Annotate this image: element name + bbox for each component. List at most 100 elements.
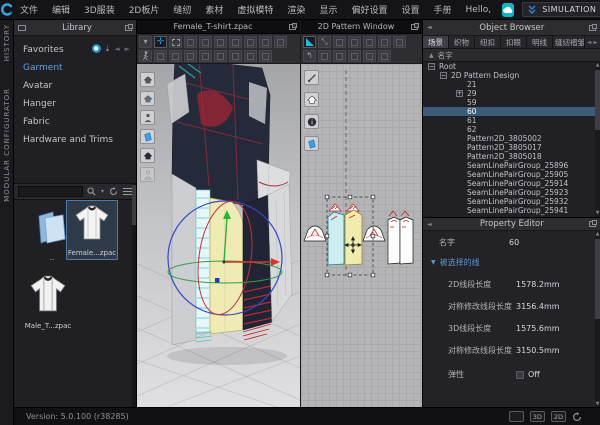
pattern-info-button[interactable]: i — [304, 114, 319, 129]
tool-button[interactable] — [229, 36, 242, 48]
menu-preferences[interactable]: 偏好设置 — [344, 3, 394, 16]
pattern-piece-sleeve-right[interactable] — [363, 226, 385, 241]
pattern-piece-sleeve-left[interactable] — [304, 226, 326, 241]
3d-scene-canvas[interactable] — [137, 64, 300, 407]
show-fitting-button[interactable] — [140, 148, 155, 163]
tree-scrollbar[interactable]: ▲ ▼ — [595, 62, 600, 217]
property-name-value[interactable]: 60 — [509, 238, 519, 247]
tab-puckering[interactable]: 缝纫褶皱 — [553, 36, 585, 48]
expand-icon[interactable] — [456, 90, 463, 97]
select-tool-button[interactable]: ▾ — [139, 36, 152, 48]
tool-button[interactable] — [214, 50, 227, 62]
favorites-download-icon[interactable]: ⤓ — [106, 44, 110, 53]
tree-item[interactable]: 61 — [423, 116, 600, 125]
resync-button[interactable]: ↰ — [303, 50, 316, 62]
tree-item[interactable]: Pattern2D_3805018 — [423, 152, 600, 161]
pattern-piece-collar-left[interactable] — [329, 204, 341, 211]
transform-pattern-button[interactable] — [303, 36, 316, 48]
collapse-icon[interactable] — [428, 63, 435, 70]
tree-item[interactable]: Pattern2D_3805002 — [423, 134, 600, 143]
menu-2d-pattern[interactable]: 2D板片 — [122, 3, 167, 16]
tree-item[interactable]: Root — [423, 62, 600, 71]
property-value[interactable]: 3156.4mm — [516, 302, 560, 311]
library-item-avatar[interactable]: Avatar — [14, 77, 136, 95]
tool-button[interactable] — [259, 36, 272, 48]
tab-scene[interactable]: 场景 — [423, 36, 449, 48]
menu-avatar[interactable]: 虚拟模特 — [230, 3, 280, 16]
property-scrollbar[interactable]: ▲ ▼ — [595, 231, 600, 408]
tabs-scroll-right-icon[interactable]: ► — [593, 39, 598, 46]
tree-item[interactable]: SeamLinePairGroup_25914 — [423, 179, 600, 188]
search-icon[interactable] — [87, 187, 96, 196]
tool-button[interactable] — [348, 36, 361, 48]
edit-line-button[interactable] — [304, 70, 319, 85]
tool-button[interactable] — [199, 36, 212, 48]
favorites-forward-icon[interactable]: ► — [125, 45, 130, 53]
cloud-sync-button[interactable] — [502, 3, 514, 17]
refresh-icon[interactable] — [109, 187, 118, 196]
property-value[interactable]: 3150.5mm — [516, 346, 560, 355]
library-scrollbar[interactable] — [132, 183, 136, 407]
marquee-select-button[interactable] — [169, 36, 182, 48]
favorites-back-icon[interactable]: ◄ — [114, 45, 119, 53]
elastic-checkbox[interactable] — [516, 371, 524, 379]
tool-button[interactable] — [378, 50, 391, 62]
show-base-pattern-button[interactable] — [304, 136, 319, 151]
tree-item[interactable]: SeamLinePairGroup_25932 — [423, 197, 600, 206]
tabs-scroll-left-icon[interactable]: ◄ — [587, 39, 592, 46]
tree-item[interactable]: 21 — [423, 80, 600, 89]
tool-button[interactable] — [348, 50, 361, 62]
tool-button[interactable] — [363, 50, 376, 62]
pattern-piece-collar-mid[interactable] — [347, 204, 359, 211]
property-value[interactable]: 1575.6mm — [516, 324, 560, 333]
tab-button[interactable]: 纽扣 — [475, 36, 501, 48]
panel-pin-icon[interactable]: ◄ — [427, 221, 432, 228]
show-garment-button[interactable] — [140, 72, 155, 87]
menu-settings[interactable]: 设置 — [394, 3, 426, 16]
object-browser-popout-icon[interactable] — [589, 25, 596, 31]
menu-sewing[interactable]: 缝纫 — [166, 3, 198, 16]
tab-topstitch[interactable]: 明线 — [527, 36, 553, 48]
library-item-hanger[interactable]: Hanger — [14, 95, 136, 113]
tool-button[interactable] — [244, 36, 257, 48]
tool-button[interactable] — [378, 36, 391, 48]
tool-button[interactable] — [393, 36, 406, 48]
pattern-piece-body-cyan[interactable] — [328, 212, 344, 265]
tool-button[interactable] — [318, 50, 331, 62]
tab-buttonhole[interactable]: 扣眼 — [501, 36, 527, 48]
tool-button[interactable] — [184, 50, 197, 62]
tree-item[interactable]: SeamLinePairGroup_25905 — [423, 170, 600, 179]
2d-window-tab[interactable]: 2D Pattern Window — [301, 20, 422, 34]
pattern-piece-back-left[interactable] — [388, 211, 400, 264]
library-popout-icon[interactable] — [125, 25, 132, 31]
property-value[interactable]: 1578.2mm — [516, 280, 560, 289]
tool-button[interactable] — [333, 36, 346, 48]
selected-line-section[interactable]: ▼ 被选择的线 — [431, 257, 480, 268]
tool-button[interactable] — [244, 50, 257, 62]
tool-button[interactable] — [184, 36, 197, 48]
tab-fabric[interactable]: 织物 — [449, 36, 475, 48]
library-file-female-tshirt[interactable]: Female...zpac — [66, 200, 118, 260]
show-mannequin-button[interactable] — [140, 167, 155, 182]
tool-button[interactable] — [199, 50, 212, 62]
search-filter-caret-icon[interactable]: ▾ — [101, 188, 104, 195]
library-item-hardware[interactable]: Hardware and Trims — [14, 131, 136, 149]
tree-item-selected[interactable]: 60 — [423, 107, 600, 116]
tool-button[interactable] — [274, 36, 287, 48]
tree-item[interactable]: SeamLinePairGroup_25941 — [423, 206, 600, 215]
menu-material[interactable]: 素材 — [198, 3, 230, 16]
reset-layout-icon[interactable] — [572, 412, 582, 422]
show-avatar-button[interactable] — [140, 110, 155, 125]
library-item-garment[interactable]: Garment — [14, 59, 136, 77]
tool-button[interactable] — [214, 36, 227, 48]
2d-pattern-canvas[interactable]: i — [301, 64, 423, 407]
tool-button[interactable] — [154, 50, 167, 62]
menu-manual[interactable]: 手册 — [426, 3, 458, 16]
layout-single-button[interactable] — [509, 411, 524, 422]
panel-pin-icon[interactable]: ◄ — [427, 24, 432, 31]
garment-3d[interactable] — [167, 64, 292, 345]
library-file-male-tshirt[interactable]: Male_T...zpac — [22, 272, 74, 330]
tree-column-header[interactable]: ▲ 名字 — [423, 49, 600, 62]
2d-popout-icon[interactable] — [411, 24, 418, 30]
gizmo-z-handle[interactable] — [215, 278, 220, 283]
